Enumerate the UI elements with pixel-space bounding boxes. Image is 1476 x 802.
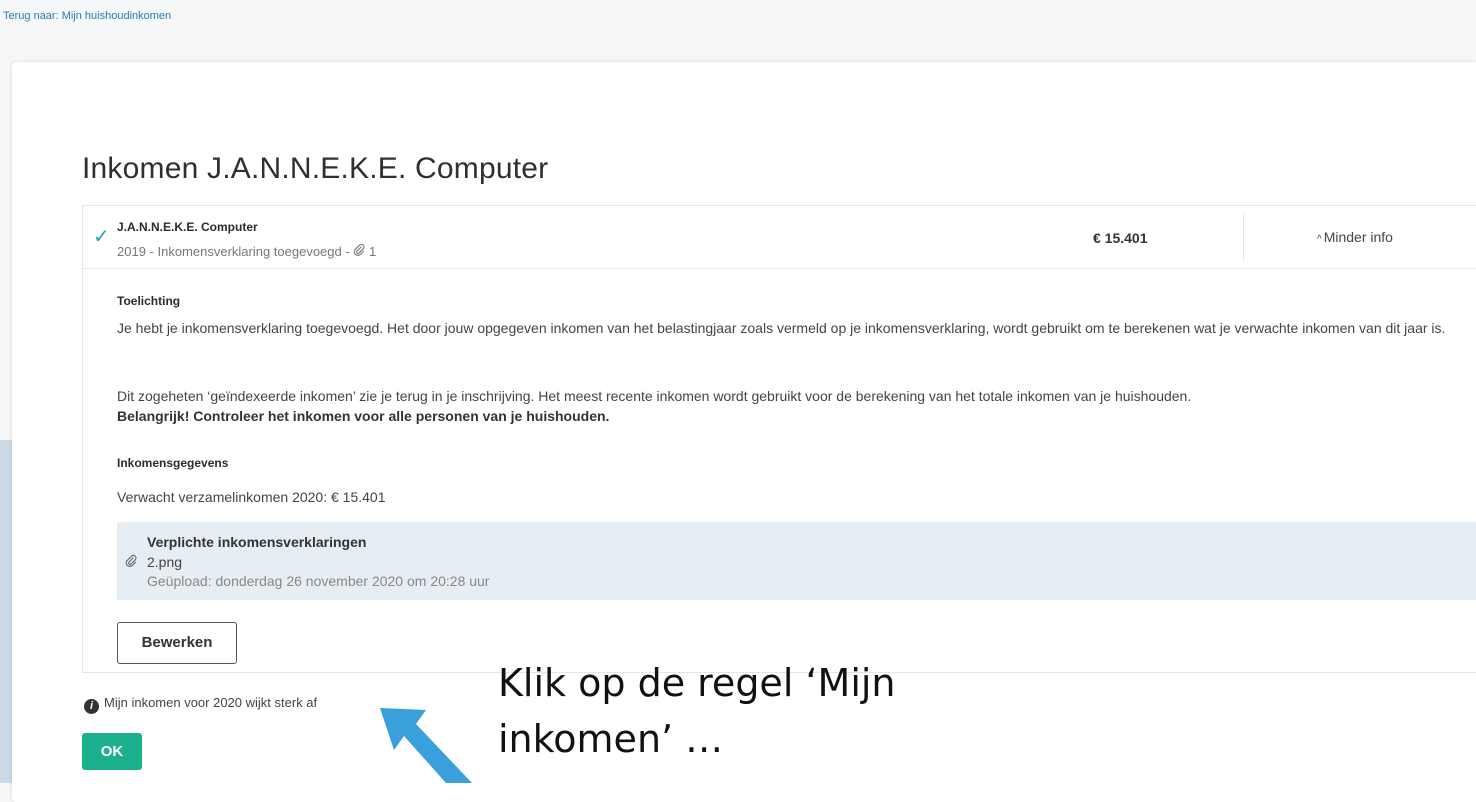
income-row[interactable]: ✓ J.A.N.N.E.K.E. Computer 2019 - Inkomen… [83, 206, 1476, 269]
explanation-paragraph-2-text: Dit zogeheten ‘geïndexeerde inkomen’ zie… [117, 388, 1192, 404]
back-link[interactable]: Terug naar: Mijn huishoudinkomen [3, 10, 171, 22]
document-title: Verplichte inkomensverklaringen [147, 534, 367, 550]
paperclip-icon [125, 554, 137, 570]
ok-button[interactable]: OK [82, 733, 142, 770]
expected-income: Verwacht verzamelinkomen 2020: € 15.401 [117, 489, 386, 505]
toggle-info-label: Minder info [1323, 229, 1393, 245]
annotation-callout: Klik op de regel ‘Mijn inkomen’ … [498, 661, 896, 761]
decorative-side-band [0, 440, 12, 783]
toggle-info-button[interactable]: ^ Minder info [1317, 229, 1393, 245]
page-title: Inkomen J.A.N.N.E.K.E. Computer [82, 152, 549, 185]
document-upload-date: Geüpload: donderdag 26 november 2020 om … [147, 573, 490, 589]
info-icon: i [84, 699, 99, 714]
document-file-link[interactable]: 2.png [147, 554, 182, 570]
explanation-title: Toelichting [117, 294, 181, 308]
header-divider [1243, 214, 1244, 260]
explanation-important-note: Belangrijk! Controleer het inkomen voor … [117, 408, 610, 424]
document-box: Verplichte inkomensverklaringen 2.png Ge… [117, 522, 1476, 600]
paperclip-icon [353, 243, 365, 259]
income-deviation-label: Mijn inkomen voor 2020 wijkt sterk af [104, 695, 318, 710]
explanation-paragraph-2: Dit zogeheten ‘geïndexeerde inkomen’ zie… [117, 386, 1467, 426]
income-deviation-link[interactable]: i Mijn inkomen voor 2020 wijkt sterk af [84, 695, 317, 714]
income-subtitle-text: 2019 - Inkomensverklaring toegevoegd - [117, 244, 354, 259]
income-amount: € 15.401 [1093, 230, 1148, 246]
income-card: ✓ J.A.N.N.E.K.E. Computer 2019 - Inkomen… [82, 205, 1476, 673]
income-source-name: J.A.N.N.E.K.E. Computer [117, 220, 258, 234]
edit-button[interactable]: Bewerken [117, 622, 237, 664]
attachment-count: 1 [368, 244, 377, 259]
explanation-paragraph-1: Je hebt je inkomensverklaring toegevoegd… [117, 320, 1446, 336]
income-data-title: Inkomensgegevens [117, 456, 229, 470]
annotation-arrow-icon [380, 708, 472, 783]
check-icon: ✓ [93, 226, 110, 248]
income-subtitle: 2019 - Inkomensverklaring toegevoegd - 1 [117, 243, 376, 259]
chevron-up-icon: ^ [1317, 234, 1322, 245]
